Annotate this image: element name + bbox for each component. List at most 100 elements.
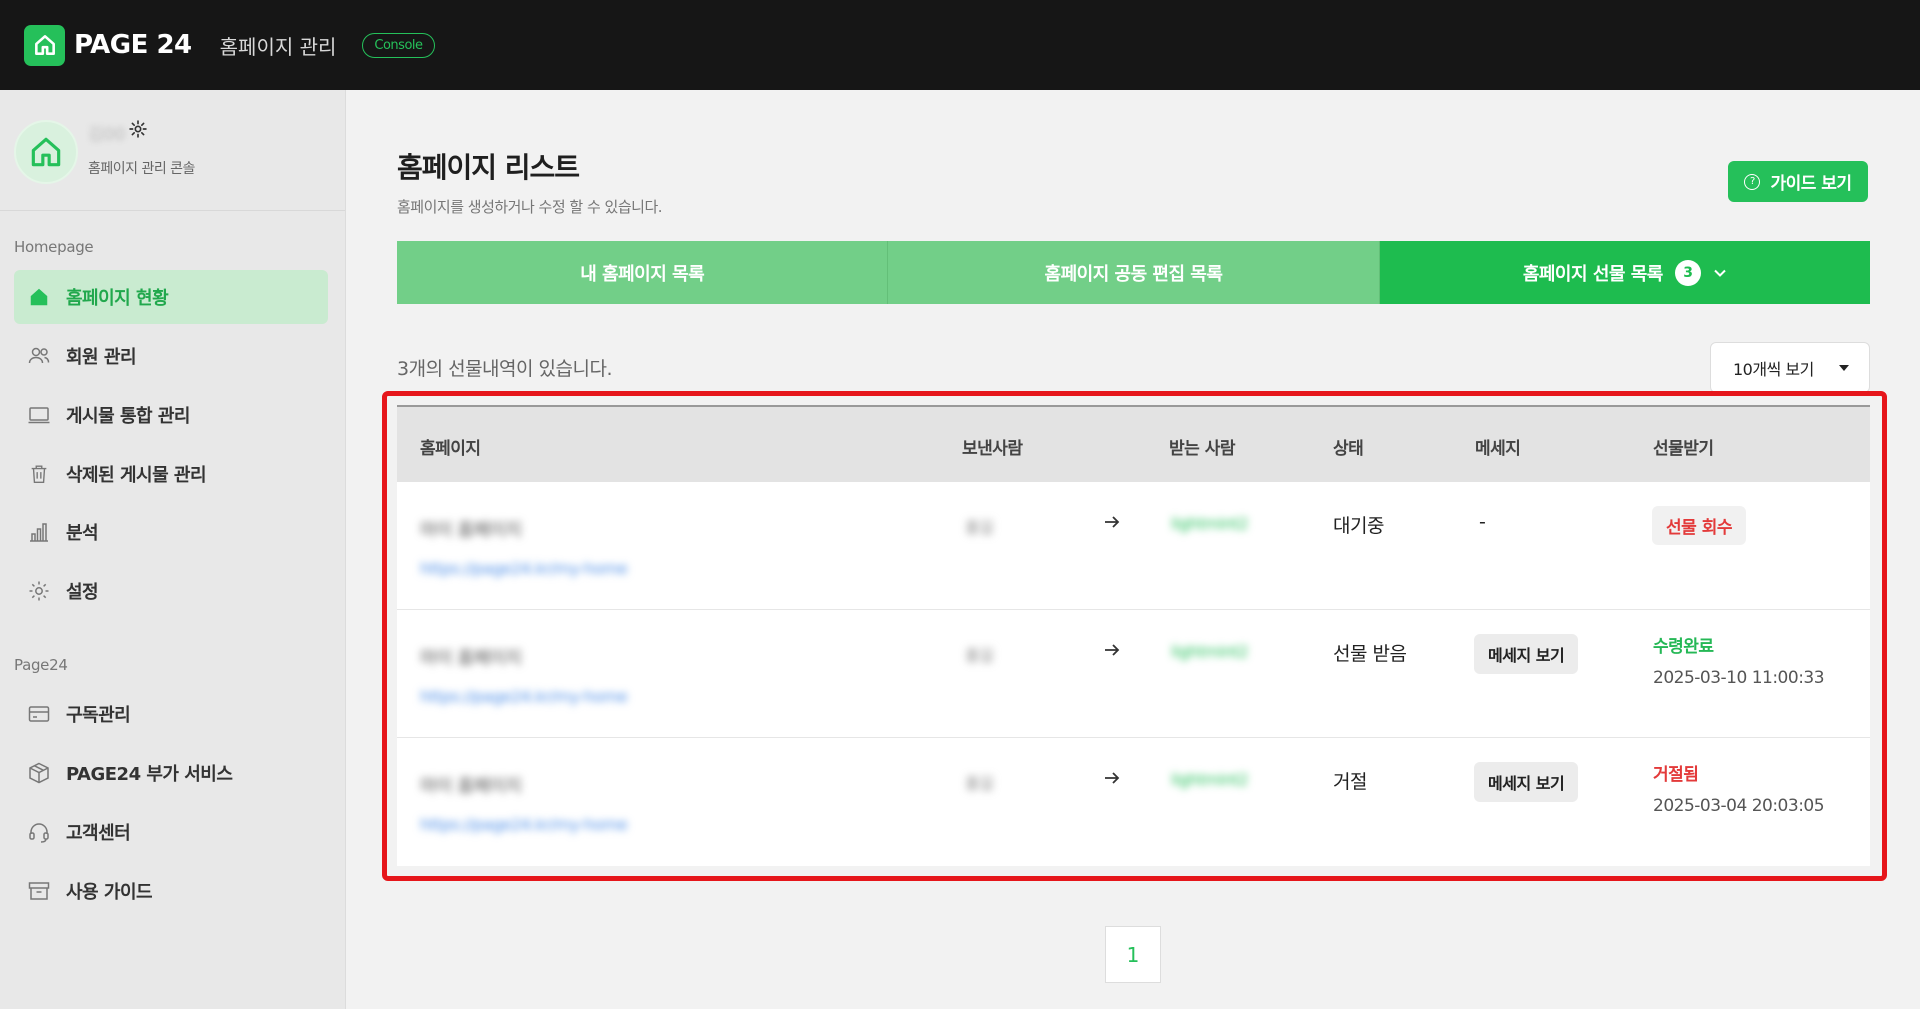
gear-icon — [26, 578, 52, 604]
sidebar-item-user-guide[interactable]: 사용 가이드 — [14, 864, 328, 918]
view-message-button[interactable]: 메세지 보기 — [1474, 762, 1579, 802]
sidebar-item-label: 홈페이지 현황 — [66, 288, 169, 309]
caret-down-icon — [1839, 365, 1849, 371]
sender-name: 홍길 — [965, 774, 994, 793]
sidebar-item-members[interactable]: 회원 관리 — [14, 329, 328, 383]
sidebar-item-label: 회원 관리 — [66, 347, 137, 368]
tab-my-homepages[interactable]: 내 홈페이지 목록 — [397, 241, 889, 304]
user-name: 김00 — [88, 125, 126, 145]
result-status: 거절됨 — [1653, 765, 1699, 785]
page24-logo-icon[interactable] — [24, 24, 65, 66]
avatar — [14, 120, 78, 184]
gift-table: 홈페이지 보낸사람 받는 사람 상태 메세지 선물받기 마이 홈페이지 http… — [397, 405, 1870, 866]
home-icon — [26, 284, 52, 310]
table-row: 마이 홈페이지 https://page24.kr/my-home 홍길 lig… — [397, 610, 1870, 738]
sidebar-item-label: 게시물 통합 관리 — [66, 406, 190, 427]
homepage-name: 마이 홈페이지 — [420, 648, 522, 669]
tab-count-badge: 3 — [1674, 259, 1701, 286]
profile-subtitle: 홈페이지 관리 콘솔 — [88, 161, 195, 177]
sidebar-item-label: 사용 가이드 — [66, 882, 153, 903]
status-text: 선물 받음 — [1333, 643, 1407, 665]
trash-icon — [26, 461, 52, 487]
status-text: 대기중 — [1333, 515, 1384, 537]
sidebar-item-addon-services[interactable]: PAGE24 부가 서비스 — [14, 746, 328, 800]
arrow-right-icon — [1102, 512, 1122, 536]
per-page-value: 10개씩 보기 — [1733, 359, 1814, 379]
sidebar-item-label: 구독관리 — [66, 705, 131, 726]
app-title: 홈페이지 관리 — [219, 34, 337, 59]
sidebar-item-settings[interactable]: 설정 — [14, 564, 328, 618]
status-text: 거절 — [1333, 771, 1367, 793]
profile-panel: 김00 홈페이지 관리 콘솔 — [0, 90, 345, 211]
sidebar-item-label: PAGE24 부가 서비스 — [66, 764, 233, 785]
homepage-name: 마이 홈페이지 — [420, 776, 522, 797]
box-icon — [26, 760, 52, 786]
sidebar-item-label: 분석 — [66, 523, 99, 544]
gift-count-summary: 3개의 선물내역이 있습니다. — [397, 358, 613, 380]
top-bar: PAGE 24 홈페이지 관리 Console — [0, 0, 1920, 90]
guide-button-label: 가이드 보기 — [1770, 174, 1852, 194]
list-tabs: 내 홈페이지 목록 홈페이지 공동 편집 목록 홈페이지 선물 목록 3 — [397, 241, 1870, 304]
homepage-url-link[interactable]: https://page24.kr/my-home — [420, 815, 628, 834]
tab-co-edit-homepages[interactable]: 홈페이지 공동 편집 목록 — [888, 241, 1380, 304]
view-message-button[interactable]: 메세지 보기 — [1474, 634, 1579, 674]
homepage-url-link[interactable]: https://page24.kr/my-home — [420, 687, 628, 706]
arrow-right-icon — [1102, 768, 1122, 792]
users-icon — [26, 343, 52, 369]
section-title-homepage: Homepage — [14, 238, 94, 256]
page-title: 홈페이지 리스트 — [397, 151, 580, 184]
tab-gift-homepages[interactable]: 홈페이지 선물 목록 3 — [1379, 241, 1870, 304]
column-header-status: 상태 — [1333, 439, 1364, 459]
sidebar-item-support[interactable]: 고객센터 — [14, 805, 328, 859]
console-badge: Console — [362, 32, 435, 58]
sidebar-item-homepage-status[interactable]: 홈페이지 현황 — [14, 270, 328, 324]
sidebar-item-deleted-posts[interactable]: 삭제된 게시물 관리 — [14, 447, 328, 501]
receiver-id: lightmint2 — [1171, 770, 1249, 789]
section-title-page24: Page24 — [14, 656, 68, 674]
column-header-sender: 보낸사람 — [962, 439, 1023, 459]
monitor-icon — [26, 402, 52, 428]
recall-gift-button[interactable]: 선물 회수 — [1652, 506, 1746, 545]
column-header-message: 메세지 — [1475, 439, 1521, 459]
sender-name: 홍길 — [965, 646, 994, 665]
table-row: 마이 홈페이지 https://page24.kr/my-home 홍길 lig… — [397, 738, 1870, 866]
result-timestamp: 2025-03-04 20:03:05 — [1653, 796, 1825, 816]
sidebar-item-subscription[interactable]: 구독관리 — [14, 687, 328, 741]
page-subtitle: 홈페이지를 생성하거나 수정 할 수 있습니다. — [397, 198, 663, 216]
sender-name: 홍길 — [965, 518, 994, 537]
sidebar-item-label: 고객센터 — [66, 823, 131, 844]
sidebar-item-posts[interactable]: 게시물 통합 관리 — [14, 388, 328, 442]
home-avatar-icon — [31, 137, 61, 167]
column-header-receive-gift: 선물받기 — [1653, 439, 1714, 459]
tab-label: 홈페이지 선물 목록 — [1522, 263, 1664, 285]
brand-name[interactable]: PAGE 24 — [74, 30, 192, 60]
column-header-receiver: 받는 사람 — [1169, 439, 1235, 459]
profile-settings-icon[interactable] — [128, 119, 148, 143]
homepage-name: 마이 홈페이지 — [420, 520, 522, 541]
archive-icon — [26, 878, 52, 904]
per-page-select[interactable]: 10개씩 보기 — [1710, 342, 1870, 393]
bar-chart-icon — [26, 519, 52, 545]
pagination-page-1[interactable]: 1 — [1105, 926, 1161, 983]
homepage-url-link[interactable]: https://page24.kr/my-home — [420, 559, 628, 578]
guide-button[interactable]: ? 가이드 보기 — [1728, 161, 1868, 202]
sidebar: 김00 홈페이지 관리 콘솔 Homepage 홈페이지 현황 회원 관리 게시… — [0, 90, 346, 1009]
table-header: 홈페이지 보낸사람 받는 사람 상태 메세지 선물받기 — [397, 405, 1870, 482]
tab-label: 내 홈페이지 목록 — [580, 263, 705, 285]
headset-icon — [26, 819, 52, 845]
result-timestamp: 2025-03-10 11:00:33 — [1653, 668, 1825, 688]
result-status: 수령완료 — [1653, 637, 1714, 657]
chevron-down-icon — [1713, 266, 1727, 280]
card-icon — [26, 701, 52, 727]
receiver-id: lightmint2 — [1171, 642, 1249, 661]
message-empty: - — [1479, 511, 1486, 533]
tab-label: 홈페이지 공동 편집 목록 — [1044, 263, 1223, 285]
question-icon: ? — [1744, 173, 1761, 190]
table-row: 마이 홈페이지 https://page24.kr/my-home 홍길 lig… — [397, 482, 1870, 610]
sidebar-item-label: 설정 — [66, 582, 99, 603]
sidebar-item-analytics[interactable]: 분석 — [14, 505, 328, 559]
arrow-right-icon — [1102, 640, 1122, 664]
receiver-id: lightmint2 — [1171, 514, 1249, 533]
column-header-homepage: 홈페이지 — [420, 439, 481, 459]
sidebar-item-label: 삭제된 게시물 관리 — [66, 465, 207, 486]
